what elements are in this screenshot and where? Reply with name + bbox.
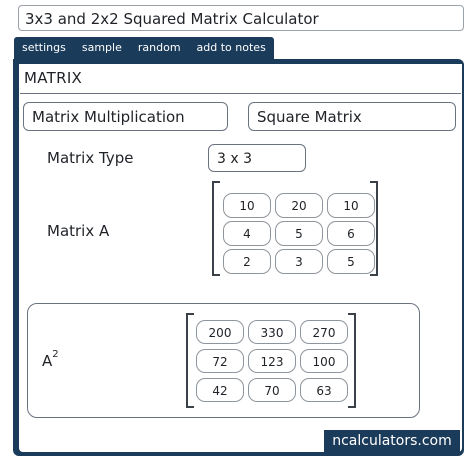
matrix-a-cell-2-3[interactable]: 6 — [327, 221, 375, 246]
tab-sample[interactable]: sample — [74, 37, 130, 59]
tab-random[interactable]: random — [130, 37, 189, 59]
operation-selector[interactable]: Matrix Multiplication — [23, 102, 228, 131]
matrix-a-cell-1-2[interactable]: 20 — [275, 193, 323, 218]
result-cell-2-1: 72 — [196, 349, 244, 373]
matrix-a-cell-2-2[interactable]: 5 — [275, 221, 323, 246]
calculator-frame: 3x3 and 2x2 Squared Matrix Calculator se… — [0, 0, 474, 456]
matrix-a-cell-3-2[interactable]: 3 — [275, 249, 323, 274]
result-cell-1-2: 330 — [248, 320, 296, 344]
result-label-exponent: 2 — [52, 349, 59, 360]
matrix-a-label: Matrix A — [47, 222, 110, 240]
result-cell-1-3: 270 — [300, 320, 348, 344]
matrix-a-cell-3-3[interactable]: 5 — [327, 249, 375, 274]
tab-settings[interactable]: settings — [14, 37, 74, 59]
result-cell-3-2: 70 — [248, 378, 296, 402]
calculator-title: 3x3 and 2x2 Squared Matrix Calculator — [18, 5, 464, 31]
matrix-a-cell-3-1[interactable]: 2 — [223, 249, 271, 274]
matrix-a-cell-1-3[interactable]: 10 — [327, 193, 375, 218]
result-cell-3-3: 63 — [300, 378, 348, 402]
matrix-a-cell-1-1[interactable]: 10 — [223, 193, 271, 218]
matrix-a-cell-2-1[interactable]: 4 — [223, 221, 271, 246]
brand-link[interactable]: ncalculators.com — [324, 430, 460, 452]
result-left-bracket — [186, 313, 194, 408]
result-cell-2-2: 123 — [248, 349, 296, 373]
section-divider — [20, 93, 461, 94]
matrix-type-select[interactable]: 3 x 3 — [208, 144, 306, 172]
result-label: A2 — [42, 349, 59, 370]
mode-selector[interactable]: Square Matrix — [248, 102, 456, 131]
matrix-a-left-bracket — [212, 181, 220, 276]
matrix-type-label: Matrix Type — [47, 149, 134, 167]
result-cell-1-1: 200 — [196, 320, 244, 344]
tab-add-to-notes[interactable]: add to notes — [189, 37, 274, 59]
result-cell-2-3: 100 — [300, 349, 348, 373]
result-label-base: A — [42, 352, 53, 370]
tab-bar: settings sample random add to notes — [14, 37, 274, 59]
result-cell-3-1: 42 — [196, 378, 244, 402]
section-heading: MATRIX — [24, 69, 83, 87]
result-right-bracket — [348, 313, 356, 408]
